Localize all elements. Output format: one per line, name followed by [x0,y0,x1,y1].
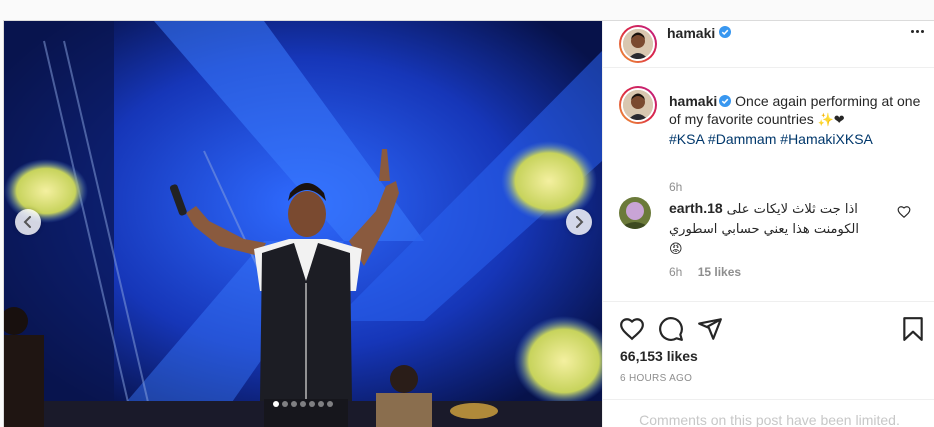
hashtag-link[interactable]: #HamakiXKSA [780,131,873,147]
caption-username[interactable]: hamaki [669,93,717,109]
caption-time[interactable]: 6h [669,180,682,194]
post-container: hamaki hamaki Once again performing at o… [3,20,934,427]
top-strip [0,0,934,20]
more-options-button[interactable] [906,23,928,39]
post-date[interactable]: 6 HOURS AGO [620,373,692,384]
likes-count[interactable]: 66,153 likes [620,348,698,364]
comment-likes[interactable]: 15 likes [698,265,741,279]
hashtag-link[interactable]: #KSA [669,131,704,147]
verified-badge-icon [719,95,732,107]
chevron-left-icon [23,216,31,228]
chevron-right-icon [576,216,584,228]
commenter-avatar[interactable] [619,197,651,229]
comment-text-line1: اذا جت ثلاث لايكات على [726,202,858,217]
comment-item: earth.18 اذا جت ثلاث لايكات على الكومنت … [669,199,889,259]
carousel-dot [327,401,333,407]
author-avatar[interactable] [619,25,657,63]
carousel-dot [300,401,306,407]
carousel-next-button[interactable] [566,209,592,235]
comment-icon[interactable] [658,316,684,342]
carousel-dots [4,401,602,407]
post-media[interactable] [4,21,602,427]
caption-author-avatar[interactable] [619,86,657,124]
more-options-icon [910,29,914,33]
caption-text: hamaki Once again performing at one of m… [669,92,927,148]
carousel-dot [282,401,288,407]
comment-time[interactable]: 6h [669,265,682,279]
verified-badge-icon [719,26,731,38]
carousel-dot [318,401,324,407]
carousel-dot [291,401,297,407]
post-header: hamaki [603,21,934,68]
comment-text-line2: الكومنت هذا يعني حسابي اسطوري [669,222,859,237]
carousel-prev-button[interactable] [15,209,41,235]
comments-limited-notice: Comments on this post have been limited. [603,399,934,427]
concert-photo [4,21,602,427]
commenter-username[interactable]: earth.18 [669,200,723,216]
post-side-panel: hamaki hamaki Once again performing at o… [602,21,934,427]
comment-emoji: 😡 [669,242,683,257]
share-icon[interactable] [697,316,723,342]
caption-emojis: ✨❤ [817,113,845,128]
comment-meta: 6h 15 likes [669,265,753,279]
heart-icon[interactable] [619,316,645,342]
carousel-dot [273,401,279,407]
carousel-dot [309,401,315,407]
bookmark-icon[interactable] [900,316,926,342]
hashtag-link[interactable]: #Dammam [708,131,776,147]
author-username[interactable]: hamaki [667,25,715,41]
comment-like-heart-icon[interactable] [897,205,911,219]
post-actions [603,301,934,349]
